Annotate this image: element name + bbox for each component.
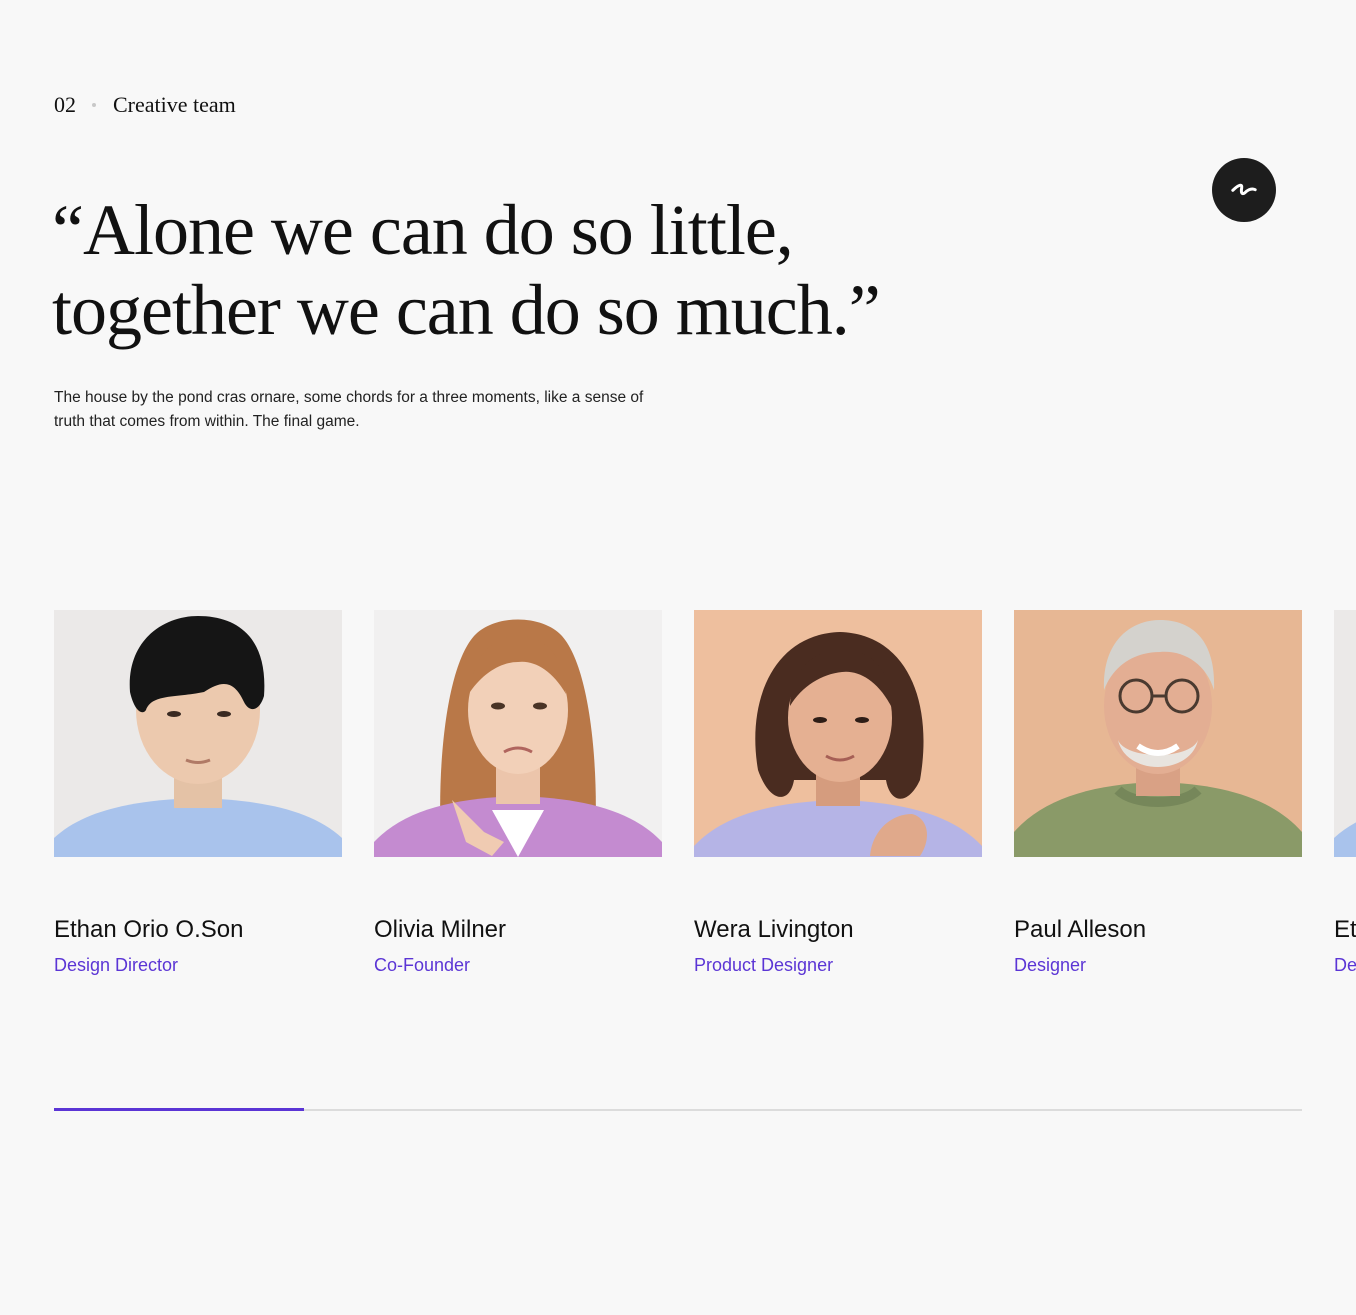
member-name: Wera Livington: [694, 916, 854, 943]
section-number: 02: [54, 92, 76, 117]
team-quote: “Alone we can do so little, together we …: [52, 190, 881, 350]
member-photo: [1334, 610, 1356, 857]
quote-line-1: “Alone we can do so little,: [52, 190, 794, 270]
quote-line-2: together we can do so much.”: [52, 270, 881, 350]
intro-text: The house by the pond cras ornare, some …: [54, 389, 644, 430]
team-card[interactable]: Olivia Milner Co-Founder: [374, 610, 662, 976]
team-carousel[interactable]: Ethan Orio O.Son Design Director Olivia …: [54, 610, 1356, 990]
member-role: Design Director: [1334, 955, 1356, 975]
carousel-progress-bar[interactable]: [54, 1108, 1302, 1111]
member-photo: [54, 610, 342, 857]
member-photo: [694, 610, 982, 857]
team-card[interactable]: Ethan Orio O.Son Design Director: [54, 610, 342, 976]
member-role: Designer: [1014, 955, 1087, 975]
member-name: Paul Alleson: [1014, 916, 1147, 943]
team-card[interactable]: Paul Alleson Designer: [1014, 610, 1302, 976]
team-card[interactable]: Ethan Orio O.Son Design Director: [1334, 610, 1356, 976]
member-role: Product Designer: [694, 955, 834, 975]
progress-fill: [54, 1108, 304, 1111]
member-role: Design Director: [54, 955, 179, 975]
member-photo: [374, 610, 662, 857]
member-name: Olivia Milner: [374, 916, 507, 943]
team-card[interactable]: Wera Livington Product Designer: [694, 610, 982, 976]
member-role: Co-Founder: [374, 955, 471, 975]
member-name: Ethan Orio O.Son: [54, 916, 244, 943]
separator-dot: [92, 103, 96, 107]
member-name: Ethan Orio O.Son: [1334, 916, 1356, 943]
section-eyebrow: 02 Creative team: [54, 92, 236, 118]
squiggle-logo-button[interactable]: [1212, 158, 1276, 222]
member-photo: [1014, 610, 1302, 857]
section-label: Creative team: [113, 92, 236, 117]
squiggle-logo-icon: [1231, 183, 1257, 196]
